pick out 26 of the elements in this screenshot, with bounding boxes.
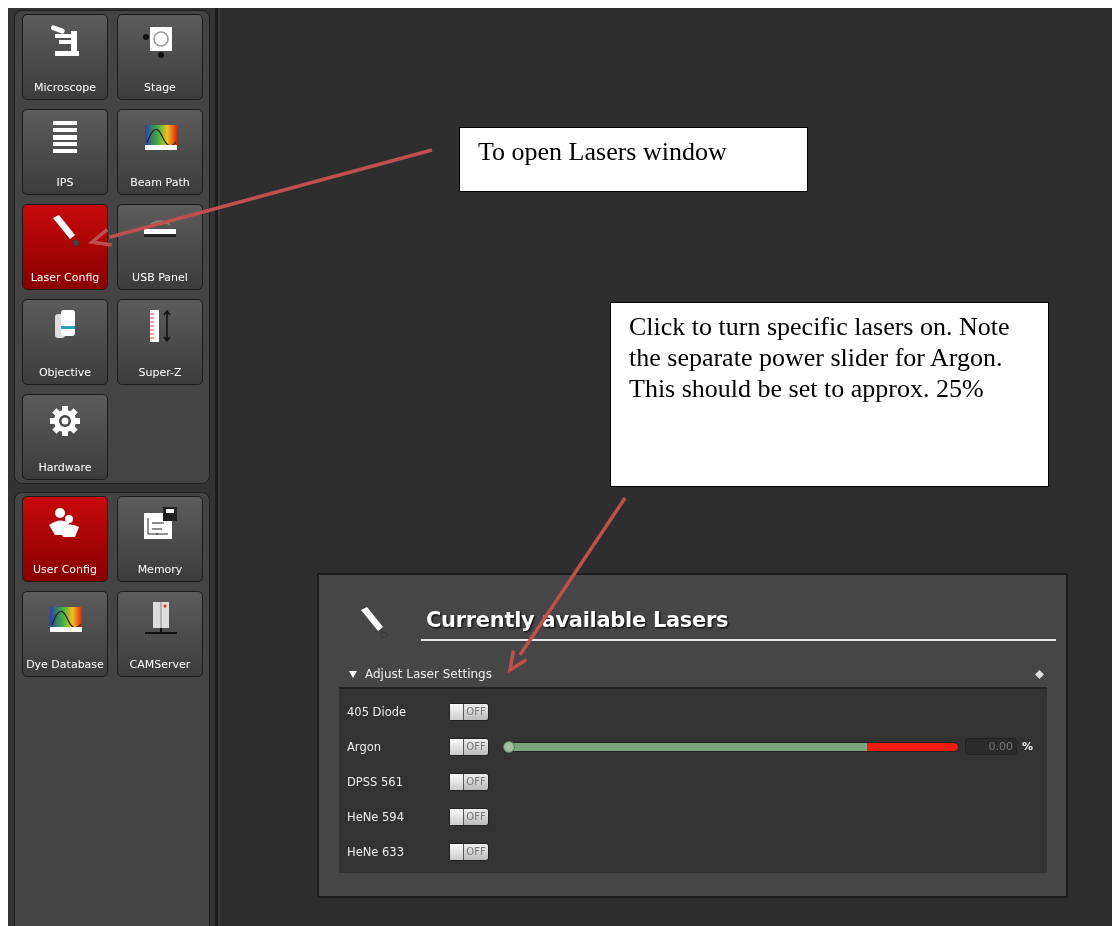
slider-thumb[interactable] [503, 740, 515, 753]
tool-tile[interactable]: USB Panel [117, 204, 203, 290]
unit-label: % [1022, 740, 1034, 753]
tool-tile[interactable]: Memory [117, 496, 203, 582]
laser-name: 405 Diode [346, 704, 408, 719]
laser-name: HeNe 633 [346, 844, 405, 859]
tool-tile[interactable]: Dye Database [22, 591, 108, 677]
pin-icon[interactable] [1035, 669, 1044, 679]
tool-tile[interactable]: Laser Config [22, 204, 108, 290]
tool-tile[interactable]: IPS [22, 109, 108, 195]
tool-tile[interactable]: Objective [22, 299, 108, 385]
laser-name: Argon [346, 739, 383, 754]
laser-name: HeNe 594 [346, 809, 405, 824]
panel-title: Currently available Lasers [421, 608, 1056, 641]
callout-note: Click to turn specific lasers on. Note the separate power slider for Argon. This should be set to approx. 25% [628, 311, 1011, 406]
tool-tile[interactable]: User Config [22, 496, 108, 582]
tool-tile[interactable]: Super-Z [117, 299, 203, 385]
tool-tile[interactable]: Stage [117, 14, 203, 100]
tool-tile[interactable]: Beam Path [117, 109, 203, 195]
callout-note: To open Lasers window [477, 136, 728, 168]
tool-tile[interactable]: Hardware [22, 394, 108, 480]
expand-triangle-icon[interactable] [349, 670, 357, 678]
tool-tile[interactable]: Microscope [22, 14, 108, 100]
section-header[interactable]: Adjust Laser Settings [365, 667, 1027, 681]
tool-tile[interactable]: CAMServer [117, 591, 203, 677]
laser-name: DPSS 561 [346, 774, 404, 789]
